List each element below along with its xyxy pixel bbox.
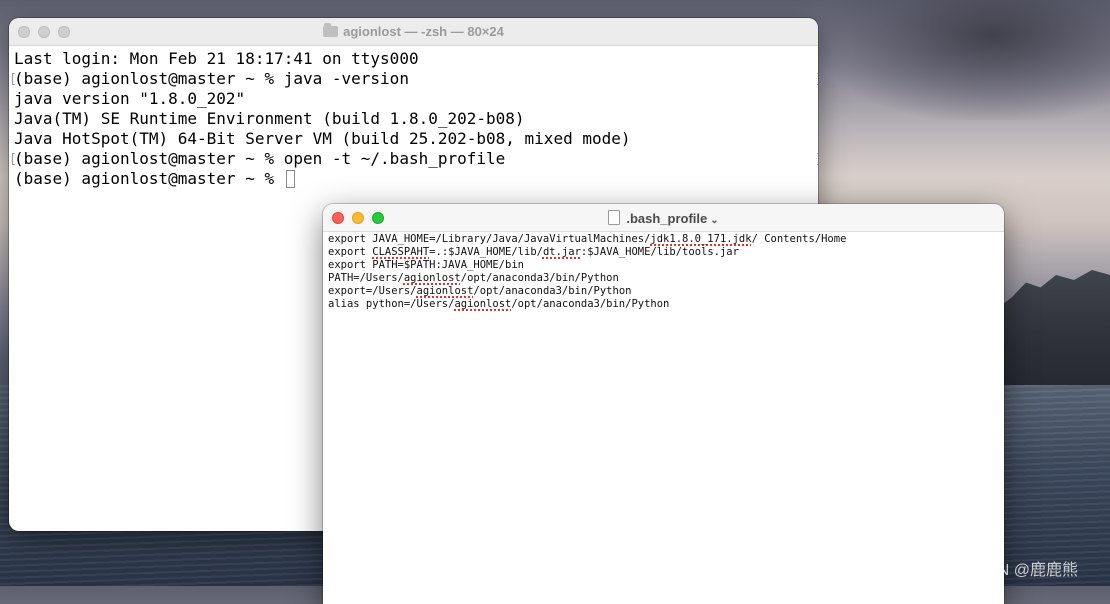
sky-clouds: [820, 0, 1110, 120]
terminal-line: [(base) agionlost@master ~ % open -t ~/.…: [9, 149, 818, 169]
misspelled-word: agionlost: [416, 285, 474, 297]
terminal-titlebar[interactable]: agionlost — -zsh — 80×24: [9, 18, 818, 46]
text-line: export=/Users/agionlost/opt/anaconda3/bi…: [328, 285, 999, 298]
document-icon: [608, 210, 621, 225]
text-segment: :$JAVA_HOME/lib/tools.jar: [580, 246, 739, 258]
misspelled-word: jdk1.8.0_171.jdk: [650, 233, 752, 245]
chevron-down-icon[interactable]: ⌄: [710, 215, 718, 226]
terminal-prompt-line: (base) agionlost@master ~ %: [14, 169, 813, 189]
watermark: CSDN @鹿鹿熊: [964, 562, 1079, 579]
text-segment: PATH=/Users/: [328, 272, 404, 284]
terminal-line: Last login: Mon Feb 21 18:17:41 on ttys0…: [14, 49, 419, 68]
terminal-prompt: (base) agionlost@master ~ %: [14, 169, 284, 188]
text-segment: export JAVA_HOME=/Library/Java/JavaVirtu…: [328, 233, 651, 245]
terminal-line: Java(TM) SE Runtime Environment (build 1…: [14, 109, 525, 128]
text-line: alias python=/Users/agionlost/opt/anacon…: [328, 298, 999, 311]
text-segment: export: [328, 246, 373, 258]
text-cursor[interactable]: [285, 170, 295, 188]
terminal-line-text: (base) agionlost@master ~ % open -t ~/.b…: [14, 149, 506, 168]
text-line: export CLASSPAHT=.:$JAVA_HOME/lib/dt.jar…: [328, 246, 999, 259]
misspelled-word: agionlost: [454, 298, 512, 310]
terminal-title: agionlost — -zsh — 80×24: [9, 23, 818, 39]
textedit-title-text: .bash_profile: [626, 211, 708, 226]
text-segment: export=/Users/: [328, 285, 417, 297]
terminal-line: [(base) agionlost@master ~ % java -versi…: [9, 69, 818, 89]
text-segment: / Contents/Home: [751, 233, 847, 245]
cliffs: [990, 270, 1110, 395]
mark-bracket-right: ]: [815, 70, 818, 90]
textedit-window[interactable]: .bash_profile ⌄ export JAVA_HOME=/Library…: [323, 204, 1004, 604]
text-segment: /opt/anaconda3/bin/Python: [473, 285, 632, 297]
textedit-titlebar[interactable]: .bash_profile ⌄: [323, 204, 1004, 232]
text-segment: /opt/anaconda3/bin/Python: [511, 298, 670, 310]
text-segment: alias python=/Users/: [328, 298, 455, 310]
textedit-title[interactable]: .bash_profile ⌄: [323, 210, 1004, 226]
terminal-line: Java HotSpot(TM) 64-Bit Server VM (build…: [14, 129, 631, 148]
mark-bracket-left: [: [9, 152, 17, 167]
terminal-line: java version "1.8.0_202": [14, 89, 246, 108]
terminal-title-text: agionlost — -zsh — 80×24: [343, 24, 504, 39]
text-line: export JAVA_HOME=/Library/Java/JavaVirtu…: [328, 233, 999, 246]
misspelled-word: CLASSPAHT: [372, 246, 430, 258]
text-line: PATH=/Users/agionlost/opt/anaconda3/bin/…: [328, 272, 999, 285]
folder-icon: [323, 23, 339, 37]
misspelled-word: agionlost: [403, 272, 461, 284]
textedit-content[interactable]: export JAVA_HOME=/Library/Java/JavaVirtu…: [323, 232, 1004, 312]
terminal-line-text: (base) agionlost@master ~ % java -versio…: [14, 69, 409, 88]
text-line: export PATH=$PATH:JAVA_HOME/bin: [328, 259, 999, 272]
mark-bracket-left: [: [9, 72, 17, 87]
text-segment: export PATH=$PATH:JAVA_HOME/bin: [328, 259, 524, 271]
text-segment: =.:$JAVA_HOME/lib/: [429, 246, 543, 258]
misspelled-word: dt.jar: [542, 246, 581, 258]
terminal-output[interactable]: Last login: Mon Feb 21 18:17:41 on ttys0…: [9, 46, 818, 189]
text-segment: /opt/anaconda3/bin/Python: [460, 272, 619, 284]
mark-bracket-right: ]: [815, 150, 818, 170]
